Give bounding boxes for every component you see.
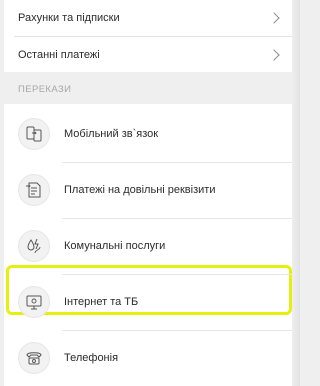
telephone-icon	[18, 342, 50, 374]
transfers-card: Мобільний зв`язок Платежі на довільні ре…	[4, 104, 292, 386]
edge-shadow	[292, 0, 300, 386]
transfer-item-telephony[interactable]: Телефонія	[4, 330, 292, 386]
section-title-transfers: ПЕРЕКАЗИ	[18, 84, 72, 95]
menu-item-recent-payments[interactable]: Останні платежі	[4, 37, 292, 73]
chevron-right-icon	[268, 12, 280, 24]
transfer-item-label: Платежі на довільні реквізити	[64, 184, 216, 196]
chevron-right-icon	[268, 49, 280, 61]
transfer-item-internet-tv[interactable]: Інтернет та ТБ	[4, 274, 292, 330]
transfer-item-label: Телефонія	[64, 352, 119, 364]
menu-item-label: Останні платежі	[18, 49, 100, 61]
payments-screen: Рахунки та підписки Останні платежі ПЕРЕ…	[0, 0, 300, 386]
transfer-item-mobile[interactable]: Мобільний зв`язок	[4, 106, 292, 162]
document-arrow-icon	[18, 174, 50, 206]
transfer-item-utilities[interactable]: Комунальні послуги	[4, 218, 292, 274]
transfer-item-arbitrary-details[interactable]: Платежі на довільні реквізити	[4, 162, 292, 218]
accounts-menu-card: Рахунки та підписки Останні платежі	[4, 0, 292, 72]
tv-icon	[18, 286, 50, 318]
transfer-item-label: Інтернет та ТБ	[64, 296, 139, 308]
phone-transfer-icon	[18, 118, 50, 150]
utilities-icon	[18, 230, 50, 262]
menu-item-label: Рахунки та підписки	[18, 12, 120, 24]
transfer-item-label: Мобільний зв`язок	[64, 128, 159, 140]
menu-item-accounts-subscriptions[interactable]: Рахунки та підписки	[4, 0, 292, 36]
transfer-item-label: Комунальні послуги	[64, 240, 166, 252]
